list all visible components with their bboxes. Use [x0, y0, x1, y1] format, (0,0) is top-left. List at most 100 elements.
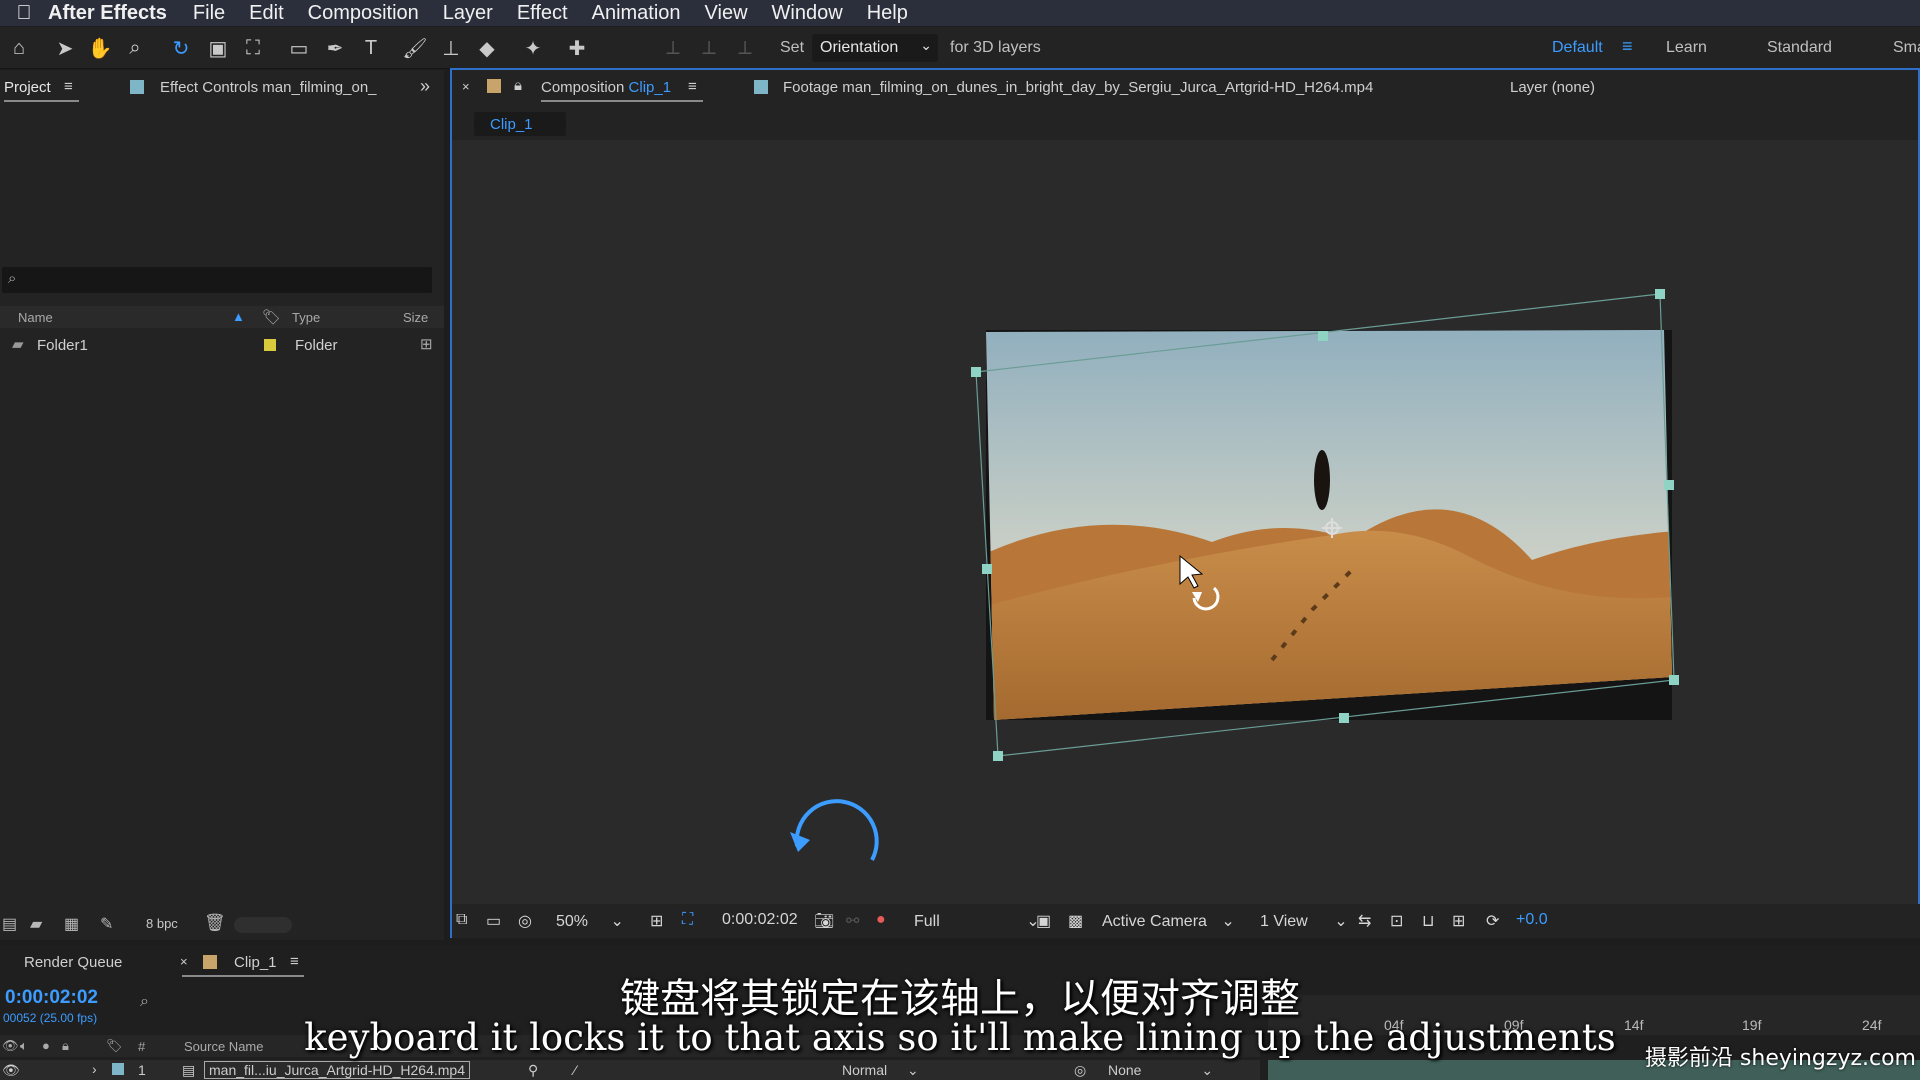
composition-viewer[interactable]	[452, 140, 1920, 910]
adjust-settings-icon[interactable]: ✎	[100, 914, 113, 934]
home-icon[interactable]: ⌂	[4, 33, 34, 63]
fast-previews-icon[interactable]: ⊡	[1390, 911, 1403, 931]
label-swatch	[487, 79, 501, 93]
roto-brush-tool-icon[interactable]: ✦	[518, 33, 548, 63]
new-folder-icon[interactable]: ▰	[30, 914, 42, 934]
parent-dropdown[interactable]: None ⌄	[1108, 1062, 1213, 1079]
col-size[interactable]: Size	[403, 310, 428, 325]
pen-tool-icon[interactable]: ✒	[320, 33, 350, 63]
region-of-interest-icon[interactable]: ▣	[1036, 911, 1051, 931]
app-menu[interactable]: After Effects	[48, 2, 167, 25]
workspace-menu-icon[interactable]: ≡	[1622, 36, 1633, 57]
menu-edit[interactable]: Edit	[249, 2, 283, 25]
menu-view[interactable]: View	[705, 2, 748, 25]
quality-icon[interactable]: ⁄	[574, 1062, 576, 1078]
thumbnail-slider[interactable]	[234, 917, 292, 933]
col-type[interactable]: Type	[292, 310, 320, 325]
pan-behind-tool-icon[interactable]: ⛶	[238, 33, 268, 63]
camera-dropdown[interactable]: Active Camera ⌄	[1102, 911, 1235, 931]
trash-icon[interactable]: 🗑	[204, 913, 226, 933]
label-swatch	[264, 339, 276, 351]
workspace-standard[interactable]: Standard	[1767, 39, 1832, 57]
type-tool-icon[interactable]: T	[356, 33, 386, 63]
menu-window[interactable]: Window	[772, 2, 843, 25]
apple-icon[interactable]: 	[0, 2, 48, 25]
tab-footage[interactable]: Footage man_filming_on_dunes_in_bright_d…	[783, 79, 1373, 96]
color-channels-icon[interactable]: ●	[876, 911, 886, 929]
hand-tool-icon[interactable]: ✋	[85, 33, 115, 63]
workspace-default[interactable]: Default	[1552, 39, 1603, 57]
menu-effect[interactable]: Effect	[517, 2, 568, 25]
monitor-icon[interactable]: ▭	[486, 911, 501, 931]
panel-menu-icon[interactable]: ≡	[64, 78, 73, 95]
chevron-down-icon: ⌄	[907, 1062, 919, 1078]
always-preview-icon[interactable]: ⧉	[456, 911, 467, 929]
flowchart-icon[interactable]: ⊞	[1452, 911, 1465, 931]
views-dropdown[interactable]: 1 View ⌄	[1260, 911, 1348, 931]
exposure-value[interactable]: +0.0	[1516, 911, 1548, 929]
comp-navigator-tab[interactable]: Clip_1	[474, 112, 566, 136]
title-action-safe-icon[interactable]: ⛶	[682, 911, 693, 929]
expand-panels-icon[interactable]: »	[420, 76, 430, 97]
lock-icon[interactable]: 🔒︎	[514, 77, 522, 94]
tab-composition[interactable]: Composition Clip_1	[541, 79, 671, 96]
menu-help[interactable]: Help	[867, 2, 908, 25]
interpret-footage-icon[interactable]: ▤	[2, 914, 17, 934]
expand-chevron-icon[interactable]: ›	[92, 1061, 97, 1077]
pickwhip-icon[interactable]: ◎	[1074, 1062, 1086, 1079]
orientation-dropdown[interactable]: Orientation ⌄	[812, 34, 938, 62]
shy-icon[interactable]: ⚲	[528, 1062, 538, 1079]
axis-world-icon[interactable]: ⟂	[694, 33, 724, 63]
layer-name[interactable]: man_fil...iu_Jurca_Artgrid-HD_H264.mp4	[204, 1061, 470, 1079]
project-columns-header: Name ▲ 🏷 Type Size	[0, 306, 444, 328]
puppet-tool-icon[interactable]: ✚	[562, 33, 592, 63]
panel-menu-icon[interactable]: ≡	[688, 78, 697, 95]
tab-effect-controls[interactable]: Effect Controls man_filming_on_	[160, 79, 377, 96]
selection-tool-icon[interactable]: ➤	[50, 33, 80, 63]
current-time-display[interactable]: 0:00:02:02	[722, 911, 798, 929]
timeline-icon[interactable]: ⊔	[1422, 911, 1434, 931]
flowchart-icon[interactable]: ⊞	[420, 335, 433, 353]
menu-animation[interactable]: Animation	[592, 2, 681, 25]
blend-mode-dropdown[interactable]: Normal ⌄	[842, 1062, 919, 1079]
camera-tool-icon[interactable]: ▣	[203, 33, 233, 63]
workspace-small[interactable]: Sma	[1893, 39, 1920, 57]
brush-tool-icon[interactable]: 🖌	[400, 33, 430, 63]
eraser-tool-icon[interactable]: ◆	[472, 33, 502, 63]
tab-project[interactable]: Project	[4, 79, 51, 96]
snapshot-icon[interactable]: 📷︎	[814, 911, 834, 931]
workspace-learn[interactable]: Learn	[1666, 39, 1707, 57]
zoom-tool-icon[interactable]: ⌕	[120, 33, 150, 63]
col-name[interactable]: Name	[18, 310, 53, 325]
new-composition-icon[interactable]: ▦	[64, 914, 79, 934]
footage-icon: ▤	[182, 1062, 196, 1078]
axis-view-icon[interactable]: ⟂	[730, 33, 760, 63]
visibility-icon[interactable]: 👁︎	[2, 1062, 20, 1079]
reset-exposure-icon[interactable]: ⟳	[1486, 911, 1499, 931]
label-column-icon[interactable]: 🏷	[262, 308, 281, 326]
resolution-dropdown[interactable]: Full ⌄	[914, 911, 1040, 931]
bit-depth-button[interactable]: 8 bpc	[146, 916, 178, 931]
fit-icon[interactable]: ⊞	[650, 911, 663, 931]
close-icon[interactable]: ×	[462, 79, 470, 94]
chevron-down-icon: ⌄	[610, 913, 624, 930]
vr-icon[interactable]: ◎	[518, 911, 532, 931]
project-search-input[interactable]: ⌕	[2, 267, 432, 293]
blend-mode-value: Normal	[842, 1062, 888, 1078]
menu-composition[interactable]: Composition	[308, 2, 419, 25]
transparency-grid-icon[interactable]: ▩	[1068, 911, 1083, 931]
menu-file[interactable]: File	[193, 2, 225, 25]
show-snapshot-icon[interactable]: ⚯	[846, 911, 859, 931]
tab-layer[interactable]: Layer (none)	[1510, 79, 1595, 96]
rectangle-tool-icon[interactable]: ▭	[284, 33, 314, 63]
table-row[interactable]: 👁︎ › 1 ▤ man_fil...iu_Jurca_Artgrid-HD_H…	[0, 1060, 1260, 1080]
sort-ascending-icon[interactable]: ▲	[232, 309, 245, 324]
axis-local-icon[interactable]: ⟂	[658, 33, 688, 63]
list-item[interactable]: ▰ Folder1 Folder ⊞	[0, 333, 444, 357]
tab-composition-name: Clip_1	[628, 79, 672, 96]
rotation-tool-icon[interactable]: ↻	[166, 33, 196, 63]
menu-layer[interactable]: Layer	[443, 2, 493, 25]
toggle-pixel-aspect-icon[interactable]: ⇆	[1358, 911, 1371, 931]
zoom-dropdown[interactable]: 50% ⌄	[556, 911, 624, 931]
clone-stamp-tool-icon[interactable]: ⊥	[436, 33, 466, 63]
